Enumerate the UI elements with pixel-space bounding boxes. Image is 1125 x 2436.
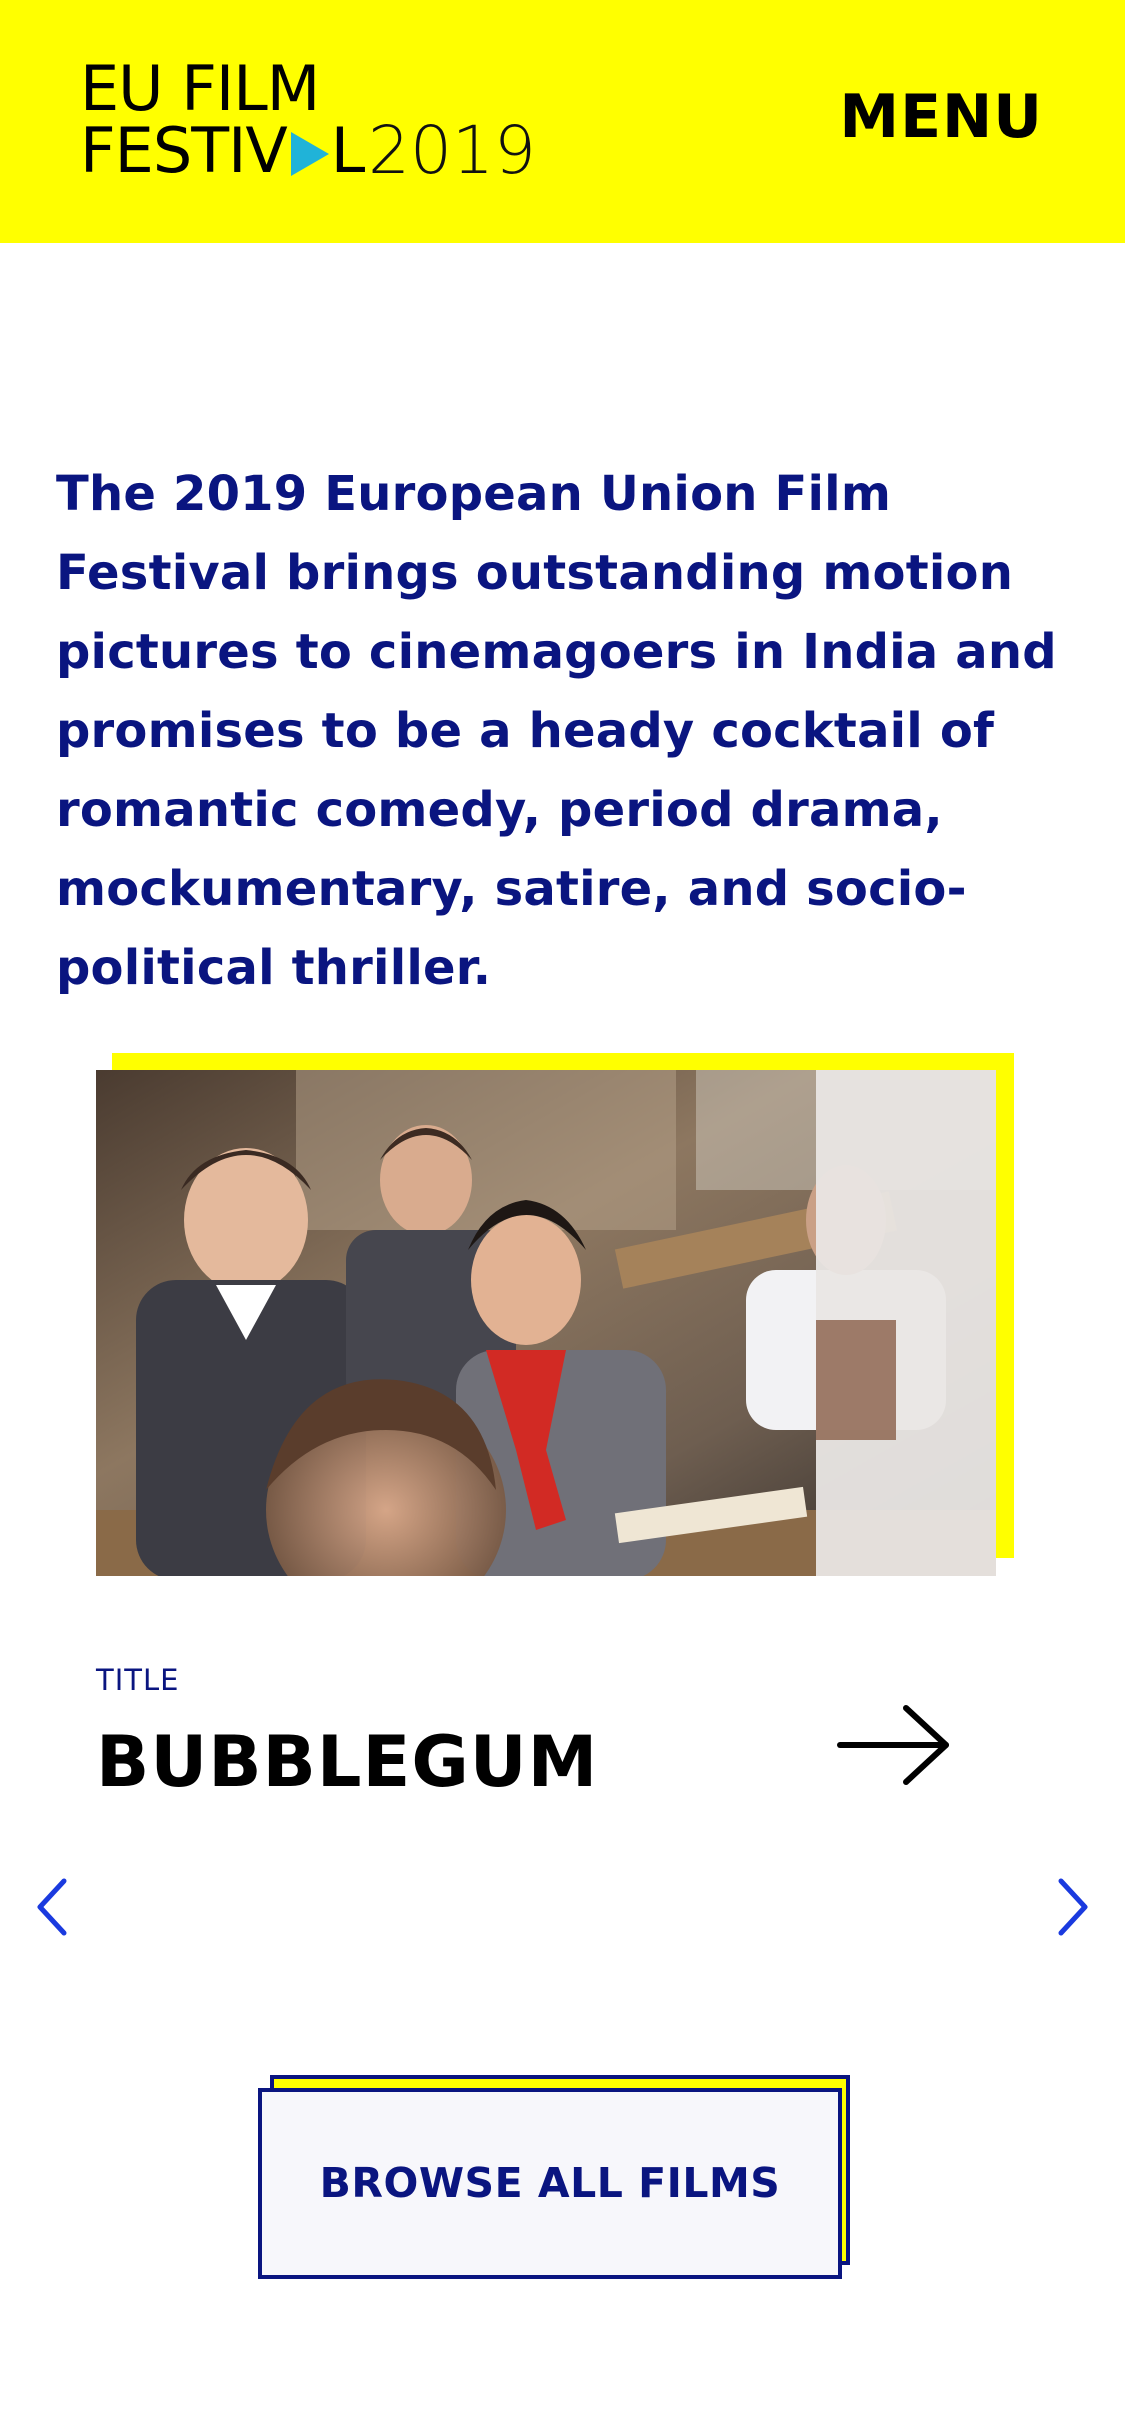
film-still-image[interactable] xyxy=(96,1070,996,1576)
chevron-right-icon[interactable] xyxy=(1045,1875,1095,1939)
site-header: EU FILM FESTIV L 2019 MENU xyxy=(0,0,1125,243)
play-triangle-icon xyxy=(290,132,329,176)
logo-line-2-left: FESTIV xyxy=(80,114,288,187)
chevron-left-icon[interactable] xyxy=(30,1875,80,1939)
logo-line-1: EU FILM xyxy=(80,52,320,125)
arrow-right-icon[interactable] xyxy=(836,1700,954,1790)
intro-text: The 2019 European Union Film Festival br… xyxy=(56,466,1057,996)
logo-year: 2019 xyxy=(368,112,536,189)
film-title[interactable]: BUBBLEGUM xyxy=(96,1720,598,1804)
browse-all-films-button[interactable]: BROWSE ALL FILMS xyxy=(258,2088,842,2279)
logo-line-2-right: L xyxy=(330,114,366,187)
menu-button[interactable]: MENU xyxy=(839,82,1043,152)
logo-line-2: FESTIV L xyxy=(80,120,365,182)
film-title-label: TITLE xyxy=(96,1663,180,1697)
